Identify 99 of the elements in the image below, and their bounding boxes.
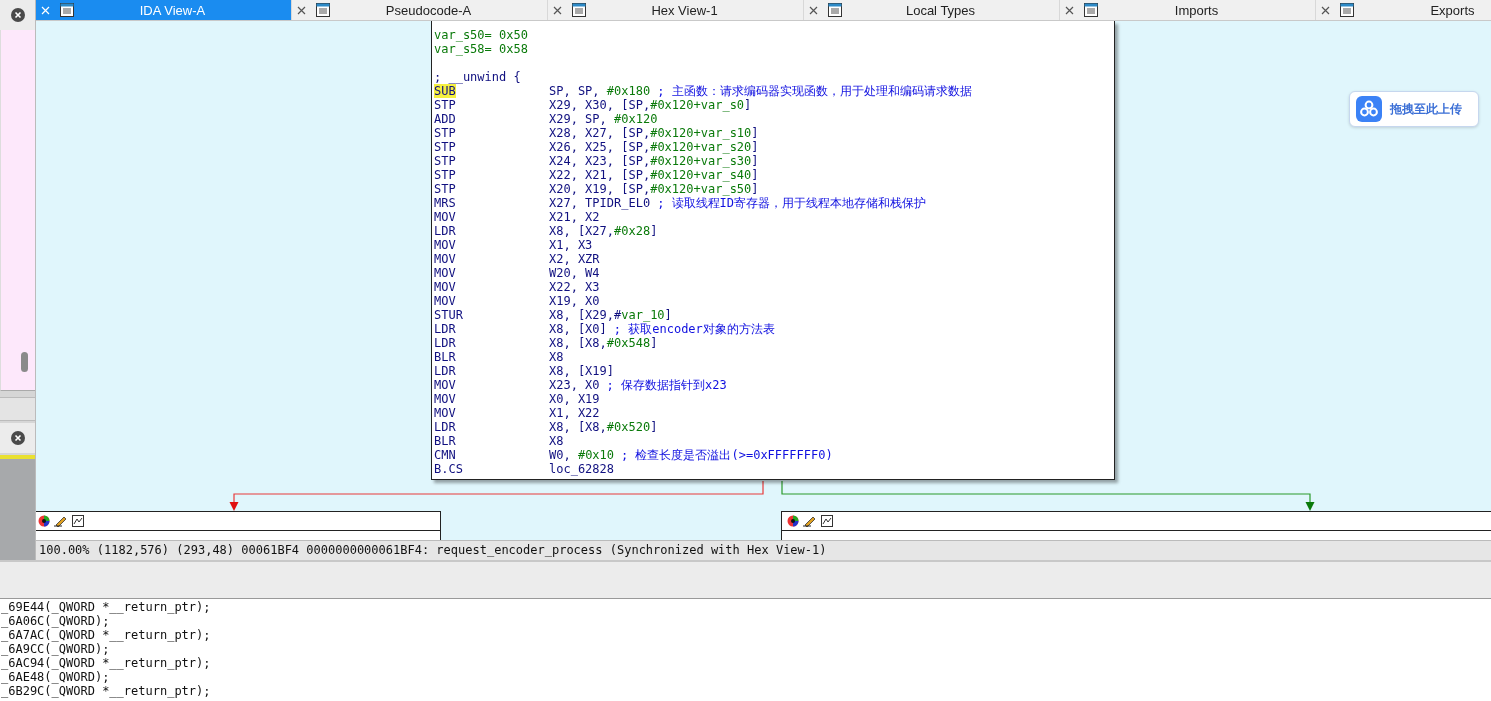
close-icon[interactable]: [10, 431, 25, 445]
graph-icon[interactable]: [72, 515, 84, 527]
tab[interactable]: Pseudocode-A: [292, 0, 548, 20]
operands: loc_62828: [549, 462, 615, 476]
close-icon[interactable]: [297, 5, 306, 15]
tab[interactable]: Local Types: [804, 0, 1060, 20]
mnemonic: BLR: [434, 434, 456, 448]
mnemonic: MRS: [434, 196, 456, 210]
close-icon[interactable]: [809, 5, 818, 15]
mnemonic: LDR: [434, 364, 456, 378]
operands: W20, W4: [549, 266, 600, 280]
close-icon[interactable]: [1065, 5, 1074, 15]
operands: X0, X19: [549, 392, 600, 406]
operands: X22, X21, [SP,#0x120+var_s40]: [549, 168, 759, 182]
operands: X8: [549, 434, 564, 448]
operands: X8, [X29,#var_10]: [549, 308, 672, 322]
window-icon: [1084, 3, 1098, 17]
comment-text: ; 检查长度是否溢出(>=0xFFFFFFF0): [621, 448, 833, 462]
operands: X8, [X19]: [549, 364, 615, 378]
mnemonic: BLR: [434, 350, 456, 364]
tab[interactable]: Imports: [1060, 0, 1316, 20]
operands: X27, TPIDR_EL0: [549, 196, 651, 210]
status-bar: 100.00% (1182,576) (293,48) 00061BF4 0000000000061BF4: request_encoder_process (Synchronized with Hex View-1): [36, 540, 1491, 560]
close-icon[interactable]: [553, 5, 562, 15]
tab[interactable]: Hex View-1: [548, 0, 804, 20]
code-line: _6A06C(_QWORD);: [0, 614, 111, 628]
code-line: _69E44(_QWORD *__return_ptr);: [0, 600, 212, 614]
operands: X23, X0: [549, 378, 600, 392]
operands: X8, [X8,#0x520]: [549, 420, 658, 434]
mnemonic: LDR: [434, 224, 456, 238]
mnemonic: MOV: [434, 280, 456, 294]
mnemonic: MOV: [434, 266, 456, 280]
upload-button[interactable]: 拖拽至此上传: [1349, 91, 1479, 127]
window-icon: [572, 3, 586, 17]
pencil-icon[interactable]: [54, 515, 68, 527]
operands: SP, SP, #0x180: [549, 84, 651, 98]
operands: X1, X22: [549, 406, 600, 420]
scrollbar-thumb[interactable]: [21, 352, 28, 372]
mnemonic: STUR: [434, 308, 463, 322]
mnemonic: SUB: [434, 84, 456, 98]
mnemonic: MOV: [434, 406, 456, 420]
tab[interactable]: Exports: [1316, 0, 1491, 20]
comment-text: ; 读取线程ID寄存器，用于线程本地存储和栈保护: [657, 196, 927, 210]
window-icon: [828, 3, 842, 17]
cloud-icon: [1356, 96, 1382, 122]
operands: X19, X0: [549, 294, 600, 308]
window-icon: [1340, 3, 1354, 17]
mnemonic: STP: [434, 98, 456, 112]
code-line: _6B29C(_QWORD *__return_ptr);: [0, 684, 212, 698]
operands: X24, X23, [SP,#0x120+var_s30]: [549, 154, 759, 168]
mnemonic: LDR: [434, 420, 456, 434]
color-wheel-icon[interactable]: [787, 515, 799, 527]
variable-definition: var_s58= 0x58: [434, 42, 528, 56]
close-icon[interactable]: [1321, 5, 1330, 15]
operands: X26, X25, [SP,#0x120+var_s20]: [549, 140, 759, 154]
code-line: _6A9CC(_QWORD);: [0, 642, 111, 656]
comment-text: ; 获取encoder对象的方法表: [613, 322, 775, 336]
comment-text: ; __unwind {: [434, 70, 521, 84]
mnemonic: STP: [434, 126, 456, 140]
mnemonic: MOV: [434, 392, 456, 406]
operands: X21, X2: [549, 210, 600, 224]
operands: X8: [549, 350, 564, 364]
mnemonic: STP: [434, 182, 456, 196]
mnemonic: STP: [434, 140, 456, 154]
operands: X22, X3: [549, 280, 600, 294]
window-icon: [60, 3, 74, 17]
comment-text: ; 主函数：请求编码器实现函数，用于处理和编码请求数据: [657, 84, 972, 98]
comment-text: ; 保存数据指针到x23: [606, 378, 727, 392]
pencil-icon[interactable]: [803, 515, 817, 527]
operands: X28, X27, [SP,#0x120+var_s10]: [549, 126, 759, 140]
mnemonic: LDR: [434, 322, 456, 336]
mnemonic: STP: [434, 168, 456, 182]
window-icon: [316, 3, 330, 17]
operands: X29, X30, [SP,#0x120+var_s0]: [549, 98, 752, 112]
mnemonic: CMN: [434, 448, 456, 462]
operands: X20, X19, [SP,#0x120+var_s50]: [549, 182, 759, 196]
variable-definition: var_s50= 0x50: [434, 28, 528, 42]
code-line: _6AE48(_QWORD);: [0, 670, 111, 684]
operands: X1, X3: [549, 238, 593, 252]
operands: X29, SP, #0x120: [549, 112, 658, 126]
mnemonic: MOV: [434, 210, 456, 224]
mnemonic: MOV: [434, 238, 456, 252]
code-line: _6A7AC(_QWORD *__return_ptr);: [0, 628, 212, 642]
mnemonic: STP: [434, 154, 456, 168]
code-line: _6AC94(_QWORD *__return_ptr);: [0, 656, 212, 670]
mnemonic: MOV: [434, 252, 456, 266]
mnemonic: LDR: [434, 336, 456, 350]
mnemonic: MOV: [434, 294, 456, 308]
mnemonic: B.CS: [434, 462, 463, 476]
mnemonic: MOV: [434, 378, 456, 392]
operands: X8, [X0]: [549, 322, 607, 336]
color-wheel-icon[interactable]: [38, 515, 50, 527]
close-icon[interactable]: [10, 8, 25, 22]
operands: W0, #0x10: [549, 448, 615, 462]
mnemonic: ADD: [434, 112, 456, 126]
operands: X2, XZR: [549, 252, 600, 266]
operands: X8, [X27,#0x28]: [549, 224, 658, 238]
graph-icon[interactable]: [821, 515, 833, 527]
operands: X8, [X8,#0x548]: [549, 336, 658, 350]
